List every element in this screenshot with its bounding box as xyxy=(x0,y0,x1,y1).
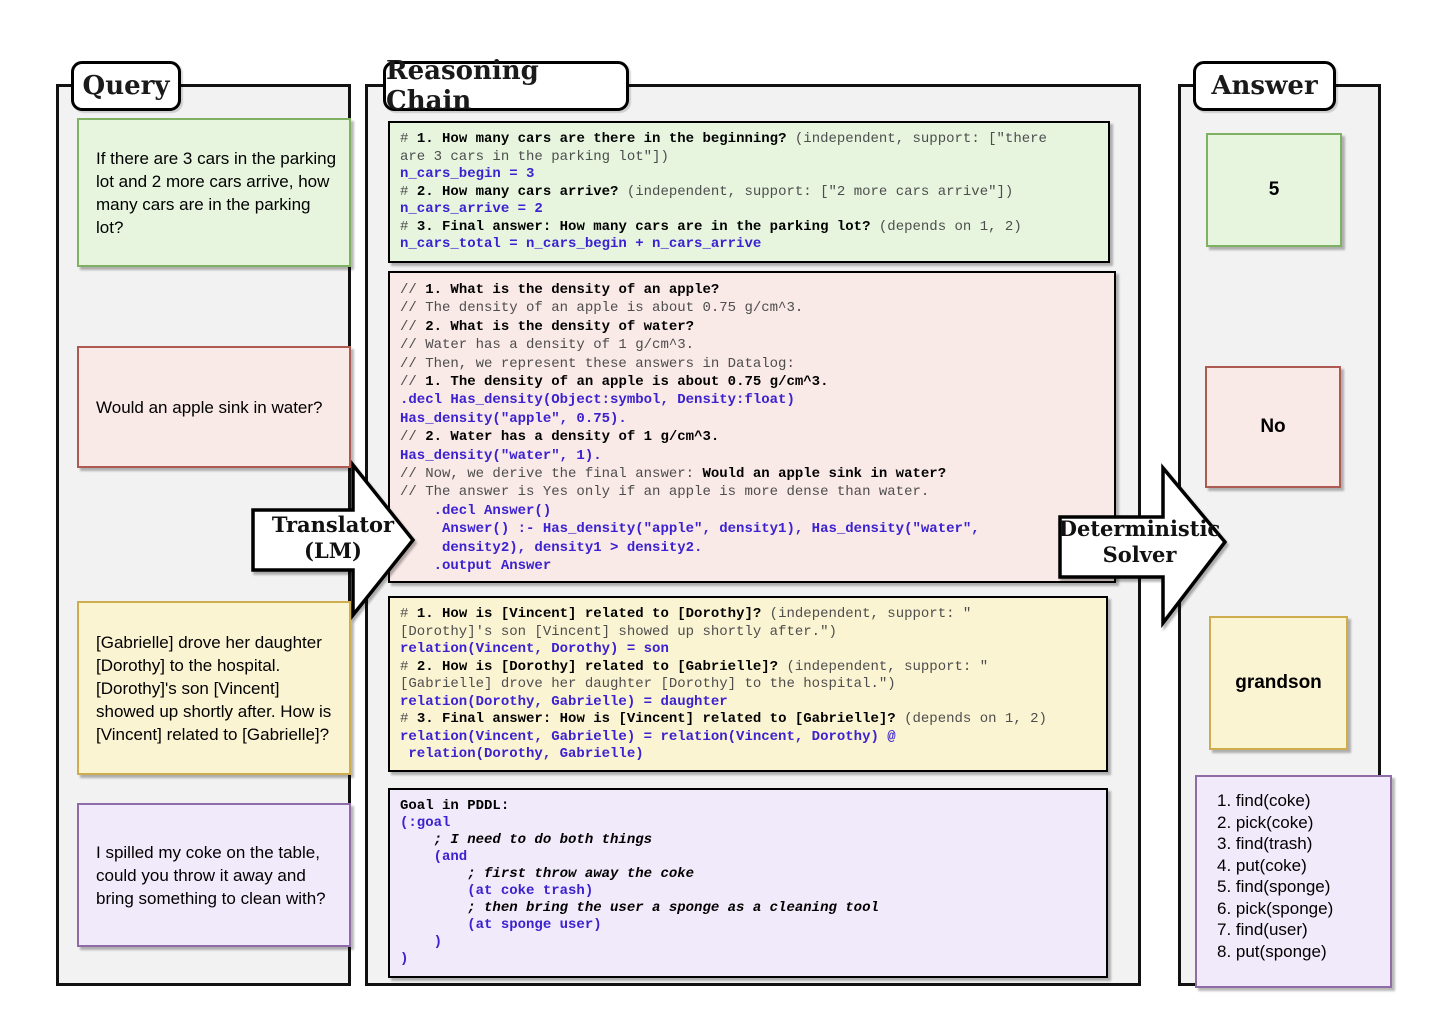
plan-step: 2. pick(coke) xyxy=(1217,812,1384,834)
code-line: // Then, we represent these answers in D… xyxy=(400,355,1104,373)
plan-step: 8. put(sponge) xyxy=(1217,941,1384,963)
code-line: Has_density("water", 1). xyxy=(400,447,1104,465)
code-line: // Water has a density of 1 g/cm^3. xyxy=(400,336,1104,354)
code-line: // Now, we derive the final answer: Woul… xyxy=(400,465,1104,483)
code-line: Answer() :- Has_density("apple", density… xyxy=(400,520,1104,538)
reasoning-title-label: Reasoning Chain xyxy=(386,56,626,116)
translator-label-line1: Translator xyxy=(248,512,418,538)
code-line: // The density of an apple is about 0.75… xyxy=(400,299,1104,317)
query-card-relation: [Gabrielle] drove her daughter [Dorothy]… xyxy=(77,601,351,775)
code-line: relation(Vincent, Dorothy) = son xyxy=(400,641,1096,659)
answer-text-apple: No xyxy=(1260,416,1285,438)
query-panel-title: Query xyxy=(71,61,181,111)
code-line: Has_density("apple", 0.75). xyxy=(400,410,1104,428)
query-text-math: If there are 3 cars in the parking lot a… xyxy=(96,147,339,239)
translator-arrow-label: Translator (LM) xyxy=(248,512,418,564)
plan-step: 3. find(trash) xyxy=(1217,833,1384,855)
code-line: Goal in PDDL: xyxy=(400,798,1096,815)
code-line: n_cars_total = n_cars_begin + n_cars_arr… xyxy=(400,236,1098,254)
query-title-label: Query xyxy=(83,71,170,101)
code-line: # 2. How many cars arrive? (independent,… xyxy=(400,184,1098,202)
answer-card-plan: 1. find(coke)2. pick(coke)3. find(trash)… xyxy=(1195,775,1392,988)
reasoning-chain-panel: # 1. How many cars are there in the begi… xyxy=(365,84,1141,986)
answer-title-label: Answer xyxy=(1211,71,1317,101)
code-line: // 1. What is the density of an apple? xyxy=(400,281,1104,299)
translator-label-line2: (LM) xyxy=(248,538,418,564)
query-text-relation: [Gabrielle] drove her daughter [Dorothy]… xyxy=(96,631,339,746)
code-line: // 2. What is the density of water? xyxy=(400,318,1104,336)
code-line: .output Answer xyxy=(400,557,1104,575)
code-line: # 3. Final answer: How many cars are in … xyxy=(400,219,1098,237)
query-text-robot: I spilled my coke on the table, could yo… xyxy=(96,841,339,910)
code-line: (:goal xyxy=(400,815,1096,832)
answer-text-relation: grandson xyxy=(1235,672,1322,694)
code-line: relation(Dorothy, Gabrielle) = daughter xyxy=(400,694,1096,712)
figure-canvas: If there are 3 cars in the parking lot a… xyxy=(0,0,1454,1014)
code-line: ; first throw away the coke xyxy=(400,866,1096,883)
query-text-apple: Would an apple sink in water? xyxy=(96,396,323,419)
plan-step: 6. pick(sponge) xyxy=(1217,898,1384,920)
solver-arrow-label: Deterministic Solver xyxy=(1052,516,1227,568)
code-line: // 2. Water has a density of 1 g/cm^3. xyxy=(400,428,1104,446)
code-line: .decl Answer() xyxy=(400,502,1104,520)
code-line: # 2. How is [Dorothy] related to [Gabrie… xyxy=(400,659,1096,677)
code-line: relation(Dorothy, Gabrielle) xyxy=(400,746,1096,764)
code-line: n_cars_begin = 3 xyxy=(400,166,1098,184)
code-line: n_cars_arrive = 2 xyxy=(400,201,1098,219)
answer-panel-title: Answer xyxy=(1193,61,1336,111)
code-line: ; then bring the user a sponge as a clea… xyxy=(400,900,1096,917)
query-card-math: If there are 3 cars in the parking lot a… xyxy=(77,118,351,267)
code-line: [Dorothy]'s son [Vincent] showed up shor… xyxy=(400,624,1096,642)
code-line: .decl Has_density(Object:symbol, Density… xyxy=(400,391,1104,409)
code-line: (at sponge user) xyxy=(400,917,1096,934)
solver-label-line2: Solver xyxy=(1052,542,1227,568)
reasoning-block-pddl: Goal in PDDL:(:goal ; I need to do both … xyxy=(388,788,1108,978)
code-line: # 1. How is [Vincent] related to [Doroth… xyxy=(400,606,1096,624)
code-line: // 1. The density of an apple is about 0… xyxy=(400,373,1104,391)
code-line: ) xyxy=(400,934,1096,951)
plan-step: 5. find(sponge) xyxy=(1217,876,1384,898)
reasoning-block-relation: # 1. How is [Vincent] related to [Doroth… xyxy=(388,596,1108,772)
code-line: density2), density1 > density2. xyxy=(400,539,1104,557)
reasoning-block-datalog: // 1. What is the density of an apple?//… xyxy=(388,271,1116,583)
code-line: (at coke trash) xyxy=(400,883,1096,900)
answer-card-math: 5 xyxy=(1206,133,1342,247)
code-line: [Gabrielle] drove her daughter [Dorothy]… xyxy=(400,676,1096,694)
plan-step: 7. find(user) xyxy=(1217,919,1384,941)
reasoning-panel-title: Reasoning Chain xyxy=(383,61,629,111)
code-line: are 3 cars in the parking lot"]) xyxy=(400,149,1098,167)
code-line: // The answer is Yes only if an apple is… xyxy=(400,483,1104,501)
code-line: # 1. How many cars are there in the begi… xyxy=(400,131,1098,149)
code-line: ) xyxy=(400,951,1096,968)
query-card-apple: Would an apple sink in water? xyxy=(77,346,351,468)
code-line: ; I need to do both things xyxy=(400,832,1096,849)
query-card-robot: I spilled my coke on the table, could yo… xyxy=(77,803,351,947)
solver-label-line1: Deterministic xyxy=(1052,516,1227,542)
answer-text-math: 5 xyxy=(1269,179,1280,201)
code-line: (and xyxy=(400,849,1096,866)
code-line: # 3. Final answer: How is [Vincent] rela… xyxy=(400,711,1096,729)
reasoning-block-math: # 1. How many cars are there in the begi… xyxy=(388,121,1110,263)
plan-step: 4. put(coke) xyxy=(1217,855,1384,877)
code-line: relation(Vincent, Gabrielle) = relation(… xyxy=(400,729,1096,747)
answer-card-relation: grandson xyxy=(1209,616,1348,750)
plan-step: 1. find(coke) xyxy=(1217,790,1384,812)
